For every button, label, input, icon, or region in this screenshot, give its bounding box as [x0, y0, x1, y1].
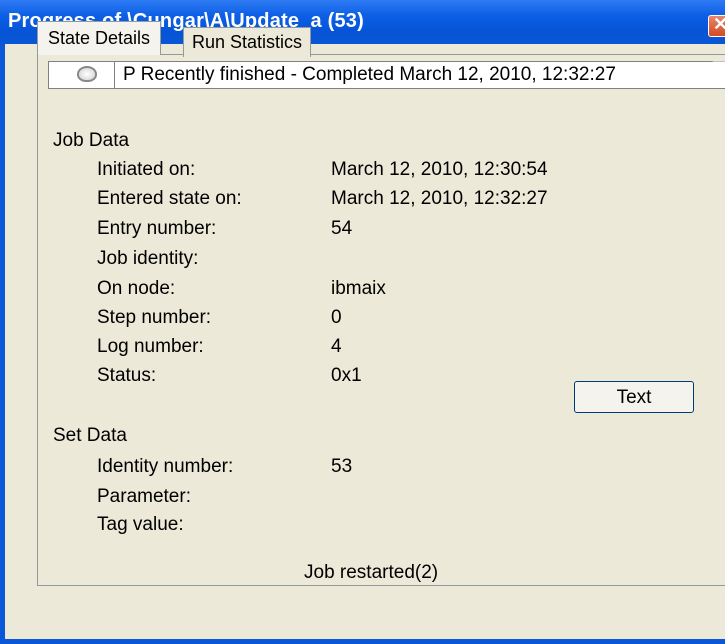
job-data-heading: Job Data — [53, 130, 130, 151]
close-icon: ✕ — [713, 14, 725, 34]
entered-state-value: March 12, 2010, 12:32:27 — [331, 188, 548, 209]
entry-number-label: Entry number: — [97, 218, 217, 239]
log-number-value: 4 — [331, 336, 342, 357]
tag-value-label: Tag value: — [97, 514, 184, 535]
identity-number-label: Identity number: — [97, 456, 234, 477]
job-identity-label: Job identity: — [97, 248, 199, 269]
footer-message: Job restarted(2) — [304, 562, 439, 583]
step-number-value: 0 — [331, 307, 342, 328]
on-node-label: On node: — [97, 278, 176, 299]
step-number-label: Step number: — [97, 307, 212, 328]
identity-number-value: 53 — [331, 456, 353, 477]
status-value: 0x1 — [331, 365, 362, 386]
status-label: Status: — [97, 365, 157, 386]
tab-state-details[interactable]: State Details — [37, 21, 162, 55]
status-bar: P Recently finished - Completed March 12… — [48, 61, 725, 89]
entered-state-label: Entered state on: — [97, 188, 242, 209]
status-text: P Recently finished - Completed March 12… — [123, 64, 616, 85]
tab-run-statistics[interactable]: Run Statistics — [183, 27, 312, 57]
log-number-label: Log number: — [97, 336, 204, 357]
close-button[interactable]: ✕ — [708, 14, 725, 37]
text-button[interactable]: Text — [574, 381, 694, 413]
entry-number-value: 54 — [331, 218, 353, 239]
parameter-label: Parameter: — [97, 486, 191, 507]
set-data-heading: Set Data — [53, 425, 127, 446]
initiated-on-label: Initiated on: — [97, 159, 196, 180]
status-icon-cell — [49, 62, 115, 88]
initiated-on-value: March 12, 2010, 12:30:54 — [331, 159, 548, 180]
on-node-value: ibmaix — [331, 278, 386, 299]
cup-icon — [77, 66, 97, 82]
